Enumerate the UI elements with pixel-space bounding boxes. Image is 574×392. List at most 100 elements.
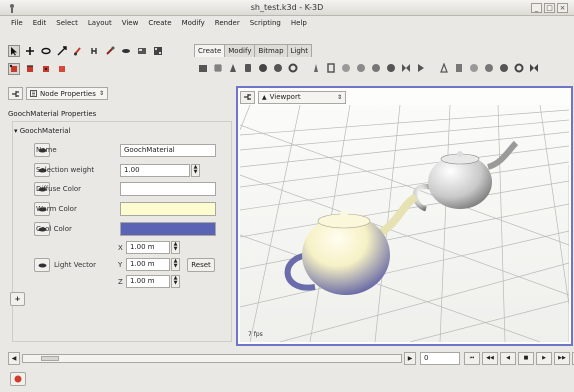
current-frame-field[interactable]: 0 [420, 352, 460, 365]
move-icon[interactable] [24, 45, 36, 57]
tube-icon[interactable] [325, 62, 337, 74]
teapot-icon[interactable] [498, 62, 510, 74]
diffuse-label: Diffuse Color [36, 185, 82, 193]
ring-icon[interactable] [513, 62, 525, 74]
menu-edit[interactable]: Edit [28, 19, 52, 27]
tab-modify[interactable]: Modify [224, 44, 256, 57]
light-vector-label: Light Vector [54, 261, 96, 269]
pin-panel-button[interactable] [8, 87, 23, 100]
cube-icon[interactable] [197, 62, 209, 74]
pyramid-icon[interactable] [310, 62, 322, 74]
create-toolbar [197, 62, 540, 74]
reset-button[interactable]: Reset [187, 258, 215, 272]
object-mode-icon[interactable] [56, 63, 68, 75]
light-x-field[interactable]: 1.00 m [126, 241, 170, 254]
edge-mode-icon[interactable] [24, 63, 36, 75]
render-animation-icon[interactable] [152, 45, 164, 57]
eye-icon[interactable] [120, 45, 132, 57]
weight-spinner[interactable]: ▲ ▼ [191, 164, 200, 177]
transport-controls: ⏮ ◀◀ ◀ ■ ▶ ▶▶ ⏭ [464, 352, 574, 365]
menu-render[interactable]: Render [210, 19, 245, 27]
paint-icon[interactable] [72, 45, 84, 57]
cylinder-icon[interactable] [242, 62, 254, 74]
play-reverse-icon[interactable]: ◀ [500, 352, 516, 365]
render-frame-icon[interactable] [136, 45, 148, 57]
sphere-icon[interactable] [257, 62, 269, 74]
maximize-button[interactable]: □ [544, 3, 555, 13]
torus-icon[interactable] [287, 62, 299, 74]
left-arrow-icon: ◀ [11, 355, 17, 362]
menu-help[interactable]: Help [286, 19, 312, 27]
warm-color-swatch[interactable] [120, 202, 216, 216]
previous-frame-icon[interactable]: ◀◀ [482, 352, 498, 365]
curve-icon[interactable] [438, 62, 450, 74]
light-vector-visibility-button[interactable] [34, 258, 50, 272]
polygon-icon[interactable] [468, 62, 480, 74]
timeline-bar: ◀ ▶ 0 ⏮ ◀◀ ◀ ■ ▶ ▶▶ ⏭ [8, 351, 574, 366]
viewport-panel: ▲ Viewport ⇕ 7 fps [236, 86, 573, 346]
rotate-icon[interactable] [40, 45, 52, 57]
cone-icon[interactable] [227, 62, 239, 74]
tab-bitmap[interactable]: Bitmap [254, 44, 288, 57]
title-bar: sh_test.k3d - K-3D _ □ × [0, 0, 574, 16]
diffuse-color-swatch[interactable] [120, 182, 216, 196]
warm-label: Warm Color [36, 205, 77, 213]
first-frame-icon[interactable]: ⏮ [464, 352, 480, 365]
menu-bar: File Edit Select Layout View Create Modi… [0, 16, 574, 30]
add-property-button[interactable]: + [10, 292, 25, 306]
minimize-button[interactable]: _ [531, 3, 542, 13]
fractal-icon[interactable] [528, 62, 540, 74]
hyperboloid-icon[interactable] [355, 62, 367, 74]
light-z-field[interactable]: 1.00 m [126, 275, 170, 288]
fps-counter: 7 fps [248, 331, 263, 338]
cool-color-swatch[interactable] [120, 222, 216, 236]
point-mode-icon[interactable] [8, 63, 20, 75]
group-expander[interactable]: ▾ GoochMaterial [14, 127, 70, 135]
menu-file[interactable]: File [6, 19, 28, 27]
menu-scripting[interactable]: Scripting [245, 19, 286, 27]
timeline-handle[interactable] [41, 356, 59, 361]
polyhedron-icon[interactable] [483, 62, 495, 74]
tab-light[interactable]: Light [286, 44, 312, 57]
stop-icon[interactable]: ■ [518, 352, 534, 365]
record-button[interactable] [10, 372, 26, 386]
snap-icon[interactable] [88, 45, 100, 57]
frame-step-button[interactable]: ▶ [404, 352, 416, 365]
viewport-type-selector[interactable]: ▲ Viewport ⇕ [258, 90, 346, 104]
menu-modify[interactable]: Modify [177, 19, 210, 27]
paraboloid-icon[interactable] [340, 62, 352, 74]
menu-select[interactable]: Select [51, 19, 83, 27]
timeline-slider[interactable] [22, 354, 402, 363]
light-y-field[interactable]: 1.00 m [126, 258, 170, 271]
tab-create[interactable]: Create [194, 44, 226, 57]
close-button[interactable]: × [557, 3, 568, 13]
3d-viewport[interactable]: 7 fps [240, 105, 569, 342]
panel-type-label: Node Properties [40, 89, 96, 98]
next-frame-icon[interactable]: ▶▶ [554, 352, 570, 365]
bicubic-patch-icon[interactable] [400, 62, 412, 74]
face-mode-icon[interactable] [40, 63, 52, 75]
bilinear-patch-icon[interactable] [385, 62, 397, 74]
name-field[interactable]: GoochMaterial [120, 144, 216, 157]
select-arrow-icon[interactable] [8, 45, 20, 57]
light-vector-row [34, 258, 50, 272]
spline-icon[interactable] [453, 62, 465, 74]
light-z-spinner[interactable]: ▲ ▼ [171, 275, 180, 288]
sphere-patch-icon[interactable] [370, 62, 382, 74]
scale-icon[interactable] [56, 45, 68, 57]
nurbs-icon[interactable] [415, 62, 427, 74]
play-icon[interactable]: ▶ [536, 352, 552, 365]
selection-weight-field[interactable]: 1.00 [120, 164, 190, 177]
timeline-left-button[interactable]: ◀ [8, 352, 20, 365]
light-y-spinner[interactable]: ▲ ▼ [171, 258, 180, 271]
menu-create[interactable]: Create [143, 19, 176, 27]
menu-view[interactable]: View [117, 19, 144, 27]
disk-icon[interactable] [272, 62, 284, 74]
bone-icon[interactable] [104, 45, 116, 57]
record-icon [14, 375, 22, 383]
menu-layout[interactable]: Layout [83, 19, 117, 27]
panel-type-selector[interactable]: Node Properties ⇕ [26, 87, 108, 100]
pin-viewport-button[interactable] [240, 90, 255, 104]
light-x-spinner[interactable]: ▲ ▼ [171, 241, 180, 254]
grid-icon[interactable] [212, 62, 224, 74]
